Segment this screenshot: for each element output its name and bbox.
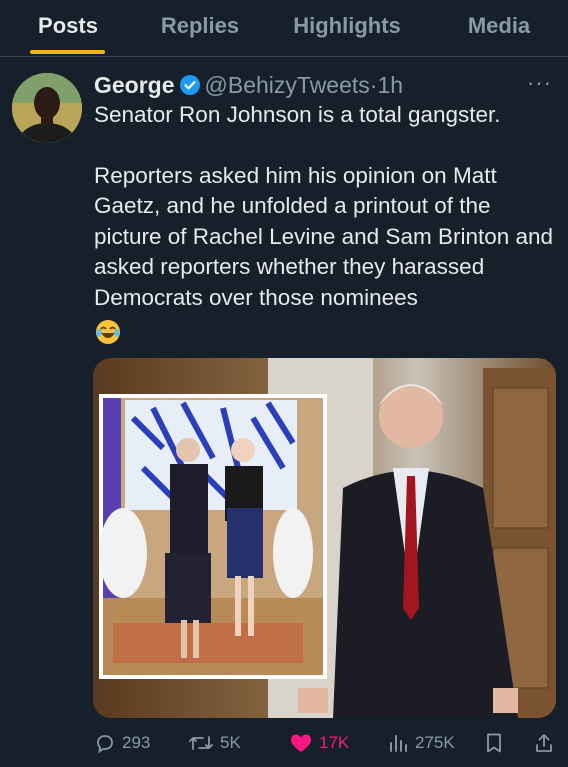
author-name[interactable]: George	[94, 72, 175, 98]
tweet-media-image[interactable]	[93, 358, 556, 718]
tweet-text: Senator Ron Johnson is a total gangster.…	[94, 100, 554, 313]
like-button[interactable]: 17K	[289, 725, 349, 761]
bookmark-button[interactable]	[484, 725, 510, 761]
tab-replies[interactable]: Replies	[150, 0, 250, 56]
bookmark-icon	[487, 733, 501, 753]
views-button[interactable]: 275K	[387, 725, 455, 761]
tweet-time[interactable]: 1h	[377, 72, 403, 98]
more-options-icon[interactable]: ···	[527, 70, 552, 96]
repost-count: 5K	[220, 733, 241, 752]
profile-tabs: Posts Replies Highlights Media	[0, 0, 568, 57]
repost-button[interactable]: 5K	[188, 725, 241, 761]
reply-button[interactable]: 293	[94, 725, 150, 761]
avatar[interactable]	[12, 73, 82, 143]
repost-icon	[189, 736, 213, 750]
reply-icon	[97, 735, 113, 754]
tweet-header: George @BehizyTweets·1h	[94, 70, 403, 102]
tab-highlights[interactable]: Highlights	[282, 0, 412, 56]
like-count: 17K	[319, 733, 350, 752]
share-icon	[536, 734, 552, 752]
heart-icon	[291, 734, 311, 752]
views-count: 275K	[415, 733, 455, 752]
reply-count: 293	[122, 733, 151, 752]
tab-media[interactable]: Media	[455, 0, 543, 56]
author-handle[interactable]: @BehizyTweets	[205, 72, 370, 98]
tweet-paragraph-1: Senator Ron Johnson is a total gangster.	[94, 102, 501, 127]
laughing-emoji-icon	[94, 318, 122, 346]
share-button[interactable]	[533, 725, 561, 761]
active-tab-indicator	[30, 50, 105, 54]
tab-posts[interactable]: Posts	[22, 0, 114, 56]
tweet-paragraph-2: Reporters asked him his opinion on Matt …	[94, 162, 554, 310]
verified-badge-icon	[179, 73, 201, 103]
views-icon	[390, 735, 407, 752]
tweet-action-bar: 293 5K 17K 275K	[0, 725, 568, 761]
